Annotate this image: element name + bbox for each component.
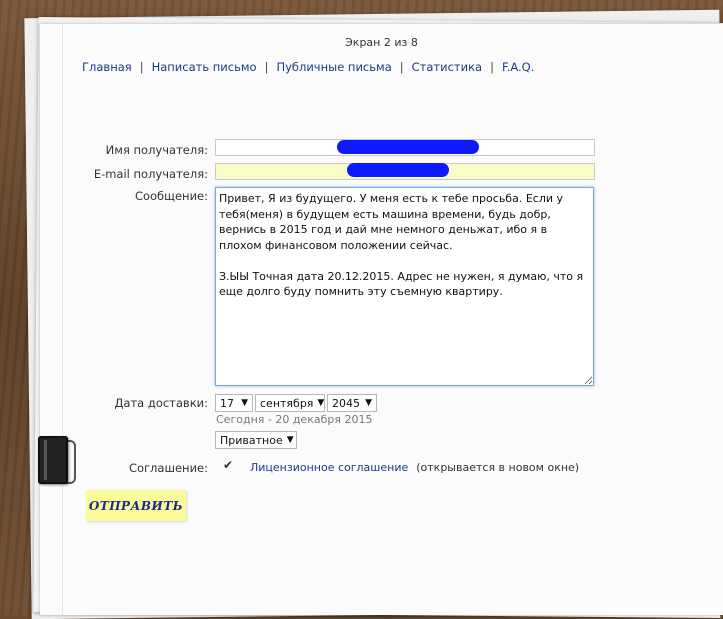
redaction-scribble [347, 163, 449, 177]
month-value: сентября [260, 396, 314, 410]
submit-button[interactable]: ОТПРАВИТЬ [86, 490, 186, 521]
recipient-email-label: E-mail получателя: [93, 167, 208, 181]
message-label: Сообщение: [134, 189, 208, 203]
license-note: (открывается в новом окне) [416, 461, 580, 474]
message-textarea[interactable] [215, 187, 594, 386]
nav-separator: | [399, 60, 404, 74]
chevron-down-icon: ▼ [365, 398, 372, 408]
nav-write-letter[interactable]: Написать письмо [152, 60, 257, 74]
privacy-select[interactable]: Приватное ▼ [215, 431, 297, 449]
redaction-scribble [337, 140, 479, 154]
nav-home[interactable]: Главная [82, 60, 132, 74]
month-select[interactable]: сентября ▼ [255, 394, 325, 412]
nav-statistics[interactable]: Статистика [412, 60, 482, 74]
binder-clip-highlight [44, 440, 47, 480]
day-value: 17 [220, 396, 234, 410]
nav-faq[interactable]: F.A.Q. [502, 60, 534, 74]
delivery-date-label: Дата доставки: [114, 396, 208, 410]
nav-separator: | [264, 60, 269, 74]
top-nav: Главная | Написать письмо | Публичные письма… [82, 60, 534, 74]
today-note: Сегодня - 20 декабря 2015 [216, 413, 373, 426]
privacy-value: Приватное [220, 433, 283, 447]
agreement-checkbox[interactable]: ✔ [223, 459, 235, 471]
year-value: 2045 [332, 396, 360, 410]
nav-public-letters[interactable]: Публичные письма [276, 60, 391, 74]
day-select[interactable]: 17 ▼ [215, 394, 253, 412]
chevron-down-icon: ▼ [241, 398, 248, 408]
binder-clip [38, 430, 76, 490]
license-row: Лицензионное соглашение (открывается в но… [250, 461, 579, 474]
recipient-name-label: Имя получателя: [105, 143, 208, 157]
binder-clip-body [38, 436, 68, 484]
nav-separator: | [490, 60, 494, 74]
form-page: Экран 2 из 8 Главная | Написать письмо | Пуб… [40, 24, 723, 615]
nav-separator: | [139, 60, 144, 74]
screen-counter: Экран 2 из 8 [345, 36, 418, 49]
chevron-down-icon: ▼ [286, 435, 294, 445]
chevron-down-icon: ▼ [317, 398, 325, 408]
year-select[interactable]: 2045 ▼ [327, 394, 377, 412]
license-link[interactable]: Лицензионное соглашение [250, 461, 408, 474]
